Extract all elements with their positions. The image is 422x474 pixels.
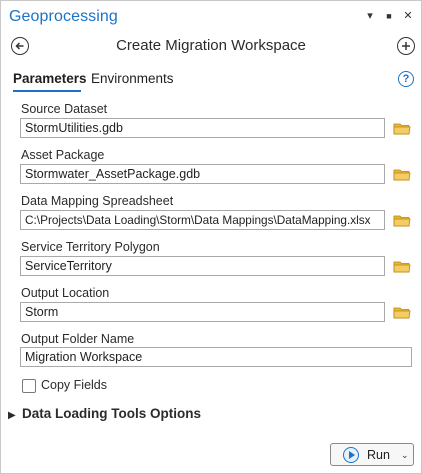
back-arrow-icon[interactable]: [11, 37, 29, 55]
play-icon: [343, 447, 359, 463]
output-folder-name-input[interactable]: Migration Workspace: [20, 347, 412, 367]
chevron-right-icon[interactable]: ▶: [8, 410, 16, 421]
service-territory-input[interactable]: ServiceTerritory: [20, 256, 385, 276]
browse-folder-icon[interactable]: [393, 306, 411, 319]
copy-fields-label[interactable]: Copy Fields: [41, 378, 107, 392]
copy-fields-checkbox[interactable]: [22, 379, 36, 393]
geoprocessing-pane: Geoprocessing ▾ ■ ✕ Create Migration Wor…: [0, 0, 422, 474]
close-icon[interactable]: ✕: [401, 9, 415, 23]
add-icon[interactable]: [397, 37, 415, 55]
data-mapping-spreadsheet-label: Data Mapping Spreadsheet: [21, 194, 174, 208]
pane-titlebar: Geoprocessing ▾ ■ ✕: [1, 1, 421, 33]
output-location-input[interactable]: Storm: [20, 302, 385, 322]
data-loading-options-group[interactable]: ▶ Data Loading Tools Options: [8, 406, 201, 421]
group-label: Data Loading Tools Options: [22, 406, 201, 421]
asset-package-input[interactable]: Stormwater_AssetPackage.gdb: [20, 164, 385, 184]
tab-parameters[interactable]: Parameters: [13, 71, 87, 86]
browse-folder-icon[interactable]: [393, 260, 411, 273]
pane-title: Geoprocessing: [9, 8, 118, 25]
active-tab-indicator: [13, 90, 81, 92]
browse-folder-icon[interactable]: [393, 214, 411, 227]
source-dataset-input[interactable]: StormUtilities.gdb: [20, 118, 385, 138]
tool-header: Create Migration Workspace: [1, 35, 421, 59]
browse-folder-icon[interactable]: [393, 122, 411, 135]
maximize-icon[interactable]: ■: [382, 9, 396, 23]
chevron-down-icon[interactable]: ⌄: [401, 450, 409, 461]
run-button[interactable]: Run ⌄: [330, 443, 414, 466]
data-mapping-spreadsheet-input[interactable]: C:\Projects\Data Loading\Storm\Data Mapp…: [20, 210, 385, 230]
pin-dropdown-icon[interactable]: ▾: [363, 9, 377, 23]
source-dataset-label: Source Dataset: [21, 102, 108, 116]
output-folder-name-label: Output Folder Name: [21, 332, 135, 346]
output-location-label: Output Location: [21, 286, 110, 300]
help-icon[interactable]: ?: [398, 71, 414, 87]
browse-folder-icon[interactable]: [393, 168, 411, 181]
run-label: Run: [367, 448, 390, 462]
tool-title: Create Migration Workspace: [116, 37, 306, 54]
asset-package-label: Asset Package: [21, 148, 105, 162]
tab-environments[interactable]: Environments: [91, 71, 174, 86]
service-territory-label: Service Territory Polygon: [21, 240, 160, 254]
